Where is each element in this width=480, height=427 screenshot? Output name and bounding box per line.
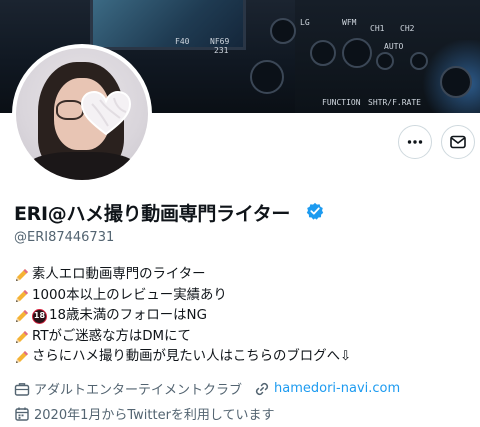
profile-website-link[interactable]: hamedori-navi.com (274, 381, 400, 396)
pencil-icon (16, 289, 28, 302)
banner-knob (250, 60, 284, 94)
profile-joined-date: 2020年1月からTwitterを利用しています (34, 408, 275, 423)
pencil-icon (16, 310, 28, 323)
profile-meta-row: 2020年1月からTwitterを利用しています (14, 404, 275, 423)
bio-text: RTがご迷惑な方はDMにて (32, 328, 191, 344)
banner-label: FUNCTION (322, 98, 361, 107)
banner-label: 231 (214, 46, 229, 55)
banner-knob (310, 40, 336, 66)
profile-meta-row: アダルトエンターテイメントクラブ hamedori-navi.com (14, 379, 400, 398)
profile-category: アダルトエンターテイメントクラブ (34, 383, 243, 398)
bio-line: RTがご迷惑な方はDMにて (14, 327, 351, 348)
banner-knob (342, 38, 372, 68)
bio-text: 1000本以上のレビュー実績あり (32, 287, 227, 303)
profile-bio: 素人エロ動画専門のライター 1000本以上のレビュー実績あり 18 18歳未満の… (14, 265, 351, 368)
banner-label: SHTR/F.RATE (368, 98, 421, 107)
bio-line: 素人エロ動画専門のライター (14, 265, 351, 286)
banner-label: WFM (342, 18, 357, 27)
pencil-icon (16, 269, 28, 282)
banner-label: F40 (175, 37, 190, 46)
pencil-icon (16, 330, 28, 343)
bio-line: 18 18歳未満のフォローはNG (14, 306, 351, 327)
avatar-shirt (26, 152, 138, 180)
banner-label: CH1 (370, 24, 385, 33)
calendar-icon (15, 407, 29, 421)
heart-sticker-icon (80, 90, 132, 136)
bio-line: 1000本以上のレビュー実績あり (14, 286, 351, 307)
bio-text: 18歳未満のフォローはNG (49, 308, 207, 323)
avatar-photo (16, 48, 148, 180)
no-under-18-icon: 18 (32, 308, 47, 324)
bio-text: 素人エロ動画専門のライター (32, 267, 206, 282)
more-dots-icon (407, 140, 423, 144)
pencil-icon (16, 351, 28, 364)
profile-avatar[interactable] (12, 44, 152, 184)
briefcase-icon (14, 382, 30, 396)
banner-label: LG (300, 18, 310, 27)
profile-display-name: ERI@ハメ撮り動画専門ライター (14, 203, 291, 225)
link-icon (255, 382, 269, 395)
more-button[interactable] (398, 125, 432, 159)
mail-icon (450, 135, 466, 149)
bio-line: さらにハメ撮り動画が見たい人はこちらのブログへ⇩ (14, 347, 351, 368)
banner-knob (376, 52, 394, 70)
banner-label: AUTO (384, 42, 404, 51)
banner-knob (270, 18, 296, 44)
message-button[interactable] (441, 125, 475, 159)
banner-knob (410, 52, 428, 70)
profile-handle: @ERI87446731 (14, 230, 115, 245)
banner-label: NF69 (210, 37, 230, 46)
banner-knob (440, 66, 472, 98)
verified-badge-icon[interactable] (306, 202, 324, 220)
bio-text: さらにハメ撮り動画が見たい人はこちらのブログへ⇩ (32, 349, 352, 364)
banner-label: CH2 (400, 24, 415, 33)
